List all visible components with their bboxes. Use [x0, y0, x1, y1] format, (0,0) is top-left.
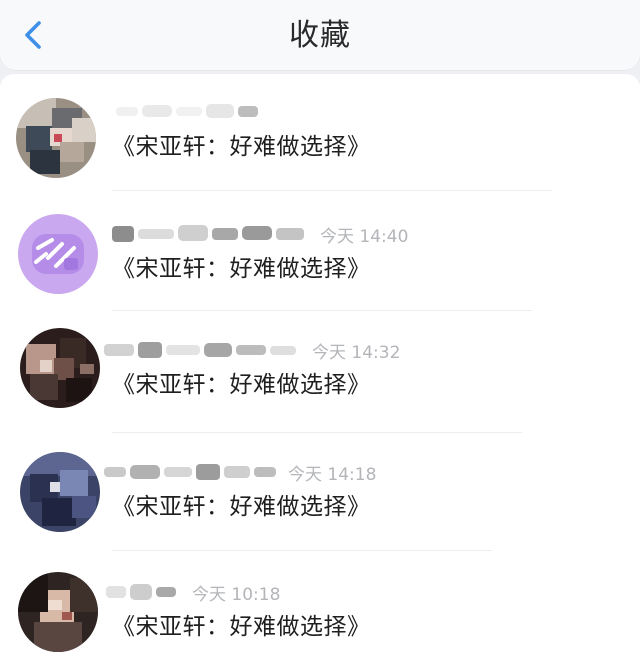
message-text: 《宋亚轩：好难做选择》: [112, 256, 371, 282]
timestamp: 今天 14:40: [320, 227, 409, 247]
sender-name-blurred: [112, 220, 308, 248]
sender-name-blurred: [104, 458, 280, 486]
sender-name-blurred: [112, 98, 262, 126]
message-text: 《宋亚轩：好难做选择》: [112, 494, 371, 520]
favorites-screen: 收藏 《宋亚轩：好难做选择》 今天 14:40 《宋亚轩：好难做选择》 今天 1…: [0, 0, 640, 668]
favorite-item[interactable]: 今天 10:18 《宋亚轩：好难做选择》: [0, 552, 640, 668]
favorites-list: 《宋亚轩：好难做选择》 今天 14:40 《宋亚轩：好难做选择》 今天 14:3…: [0, 74, 640, 668]
favorite-item[interactable]: 今天 14:40 《宋亚轩：好难做选择》: [0, 192, 640, 311]
divider: [112, 550, 492, 551]
favorite-item[interactable]: 《宋亚轩：好难做选择》: [0, 74, 640, 192]
message-text: 《宋亚轩：好难做选择》: [112, 614, 371, 640]
page-title: 收藏: [289, 18, 351, 53]
nav-bar: 收藏: [0, 0, 640, 70]
favorite-item[interactable]: 今天 14:18 《宋亚轩：好难做选择》: [0, 432, 640, 551]
avatar[interactable]: [20, 328, 100, 408]
timestamp: 今天 14:32: [312, 343, 401, 363]
avatar[interactable]: [18, 572, 98, 652]
avatar[interactable]: [20, 452, 100, 532]
message-text: 《宋亚轩：好难做选择》: [112, 372, 371, 398]
avatar[interactable]: [16, 98, 96, 178]
sender-name-blurred: [104, 578, 180, 606]
divider: [112, 310, 532, 311]
sender-name-blurred: [104, 336, 300, 364]
message-text: 《宋亚轩：好难做选择》: [112, 134, 371, 160]
avatar[interactable]: [18, 214, 98, 294]
timestamp: 今天 14:18: [288, 465, 377, 485]
timestamp: 今天 10:18: [192, 585, 281, 605]
divider: [112, 190, 552, 191]
favorite-item[interactable]: 今天 14:32 《宋亚轩：好难做选择》: [0, 312, 640, 433]
